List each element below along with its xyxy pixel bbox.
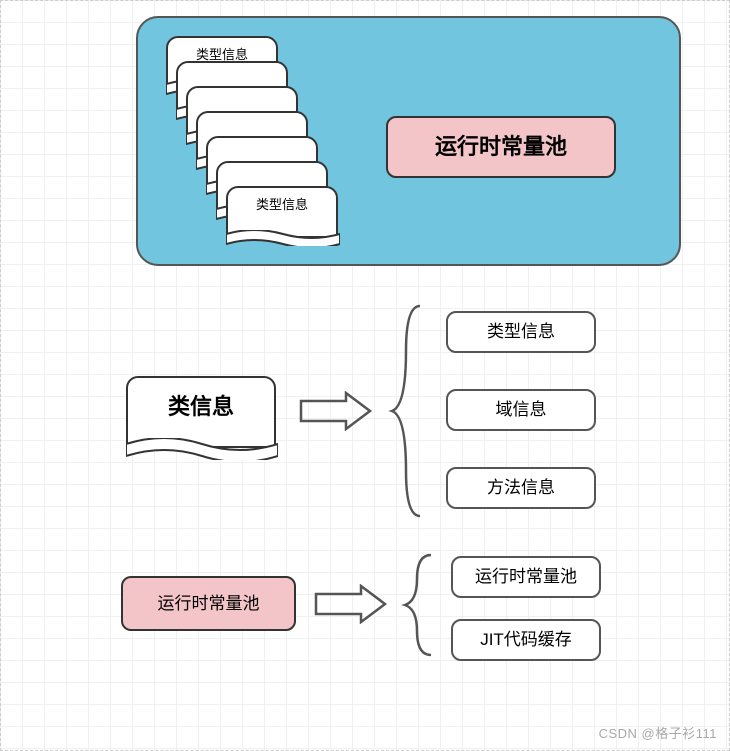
class-info-source: 类信息 [126, 376, 276, 448]
runtime-constant-pool-box: 运行时常量池 [386, 116, 616, 178]
doc-label: 类型信息 [196, 47, 248, 62]
label: 类信息 [168, 394, 234, 419]
class-info-item: 方法信息 [446, 467, 596, 509]
label: 类型信息 [487, 322, 555, 341]
brace-icon [399, 551, 437, 659]
runtime-pool-item: JIT代码缓存 [451, 619, 601, 661]
arrow-icon [296, 391, 374, 431]
label: 方法信息 [487, 478, 555, 497]
watermark: CSDN @格子衫111 [599, 723, 717, 742]
label: 运行时常量池 [158, 594, 260, 613]
type-info-doc: 类型信息 [226, 186, 338, 238]
class-info-item: 域信息 [446, 389, 596, 431]
runtime-pool-source: 运行时常量池 [121, 576, 296, 631]
label: JIT代码缓存 [480, 630, 572, 649]
label: 运行时常量池 [435, 134, 567, 159]
label: 域信息 [496, 400, 547, 419]
doc-label: 类型信息 [256, 197, 308, 212]
runtime-pool-item: 运行时常量池 [451, 556, 601, 598]
label: 运行时常量池 [475, 567, 577, 586]
type-info-stack: 类型信息 类型信息 [166, 36, 316, 236]
class-info-item: 类型信息 [446, 311, 596, 353]
brace-icon [386, 301, 426, 521]
arrow-icon [311, 584, 389, 624]
